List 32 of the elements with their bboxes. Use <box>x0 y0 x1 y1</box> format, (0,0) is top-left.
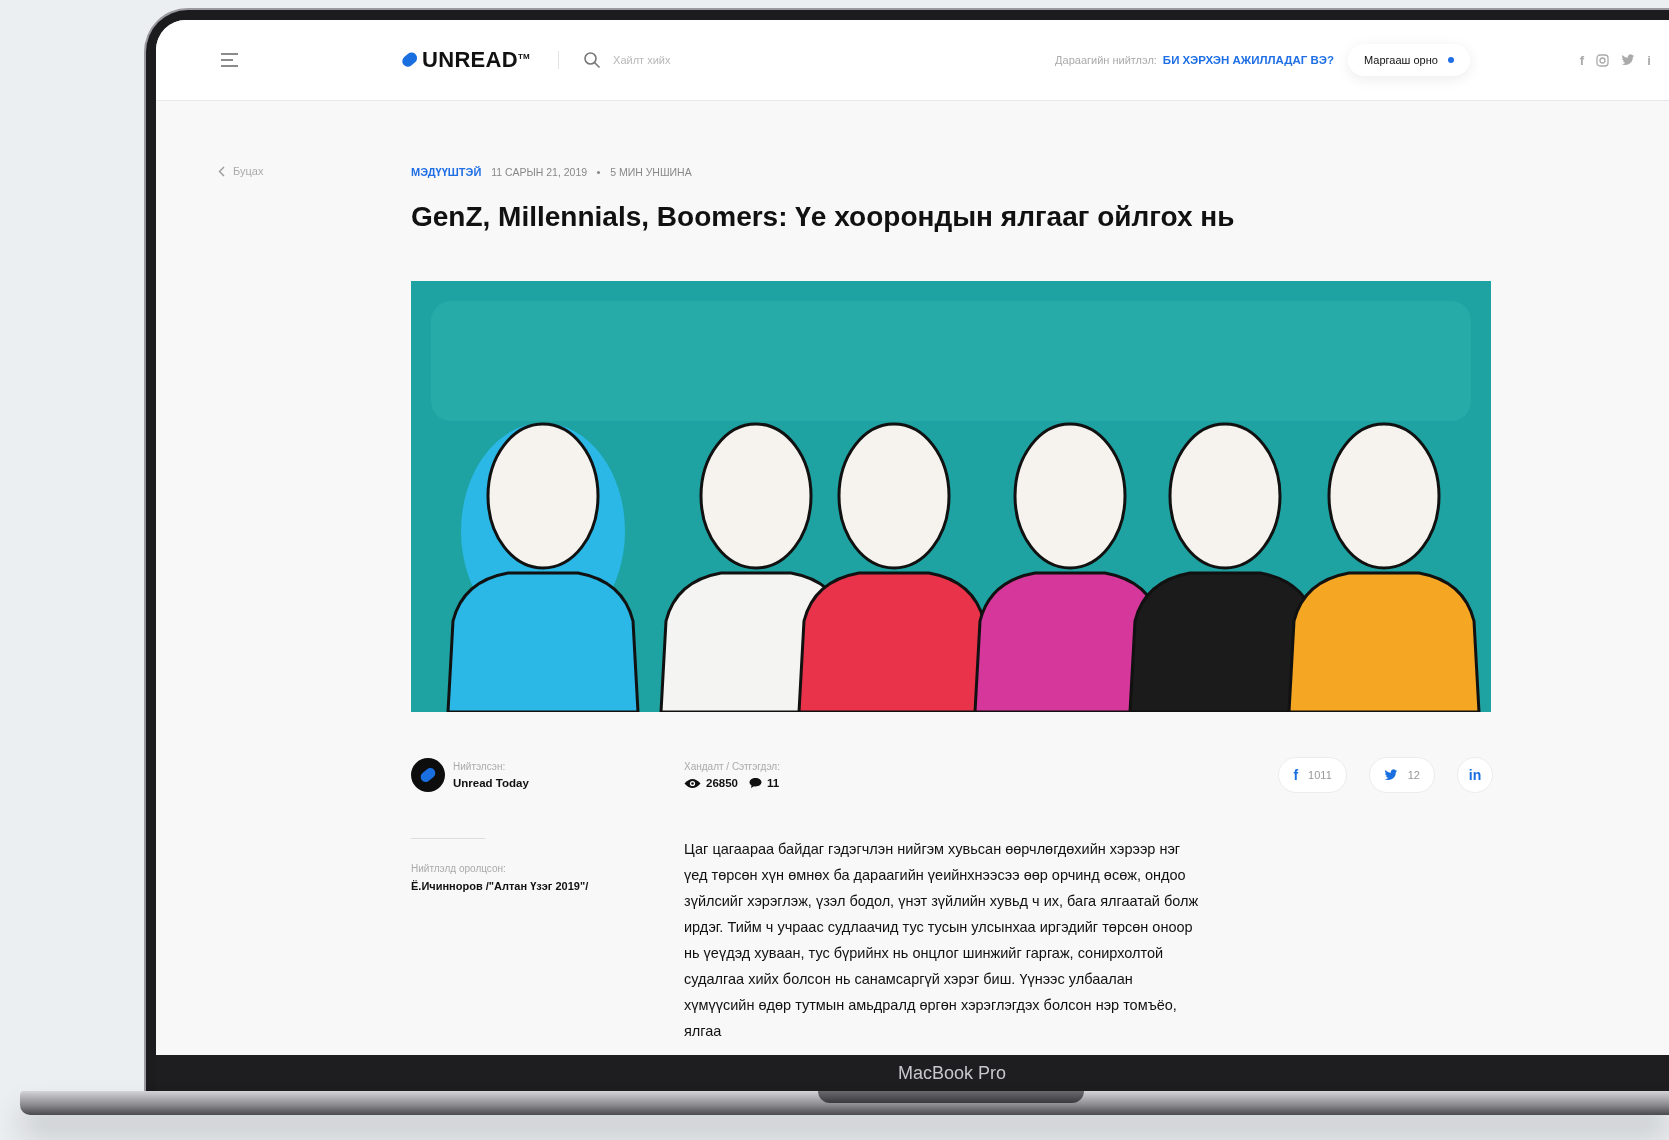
eye-icon <box>684 777 701 789</box>
author-name[interactable]: Unread Today <box>453 777 529 789</box>
view-count: 26850 <box>706 777 738 789</box>
twitter-icon <box>1383 769 1398 781</box>
author-label: Нийтэлсэн: <box>453 761 507 772</box>
social-link[interactable]: i <box>1647 52 1651 68</box>
chevron-icon <box>218 165 225 177</box>
contributors-label: Нийтлэлд оролцсон: <box>411 863 507 874</box>
read-time: 5 МИН УНШИНА <box>610 166 692 178</box>
instagram-icon[interactable] <box>1596 53 1610 67</box>
category-link[interactable]: МЭДҮҮШТЭЙ <box>411 166 482 178</box>
article-paragraph: Цаг цагаараа байдаг гэдэгчлэн нийгэм хувьсан өөрчлөгдөхийн хэрээр нэг үед төрсөн хүн өмнөх ба дараагийн үеийнхнээсээ өөр орчинд өсөж, ондоо зүйлсийг хэрэглэж, үзэл бодол, үнэт зүйлийн хувьд ч их, бага ялгаатай болж ирдэг. Тийм ч учраас судлаачид тус тусын улсынхаа иргэдийг төрсөн оноор нь үеүдэд хуваан, тус бүрийнх нь онцлог шинжийг гаргаж, сонирхолтой судалгаа хийх болсон нь санамсаргүй хэрэг биш. Үүнээс улбаалан хүмүүсийн өдөр тутмын амьдралд өргөн хэрэглэгдэх болсон нэр томъёо, ялгаа <box>684 840 1200 1041</box>
separator-dot <box>597 170 601 174</box>
avatar-icon <box>411 758 445 792</box>
search-icon[interactable] <box>583 51 602 69</box>
next-article-link[interactable]: БИ ХЭРХЭН АЖИЛЛАДАГ ВЭ? <box>1162 54 1334 66</box>
tomorrow-button[interactable]: Маргааш орно <box>1348 44 1470 76</box>
twitter-share-button[interactable]: 12 <box>1368 757 1435 793</box>
article-title: GenZ, Millennials, Boomers: Үе хоорондын ялгааг ойлгох нь <box>411 200 1236 234</box>
next-article-label: Дараагийн нийтлэл: <box>1055 54 1157 66</box>
menu-icon[interactable] <box>220 52 240 68</box>
stats-label: Хандалт / Сэтгэгдэл: <box>684 761 780 772</box>
twitter-icon[interactable] <box>1621 54 1636 66</box>
publish-date: 11 САРЫН 21, 2019 <box>491 166 588 178</box>
comment-icon <box>749 777 762 789</box>
facebook-share-button[interactable]: f 1011 <box>1278 757 1347 793</box>
contributor-name: Ё.Ичинноров /"Алтан Үзэг 2019"/ <box>411 880 590 892</box>
logo[interactable]: UNREAD$^{TM}$ <box>422 47 531 73</box>
comment-count: 11 <box>767 777 780 789</box>
search-field[interactable]: Хайлт хийх <box>611 53 736 67</box>
linkedin-share-button[interactable]: in <box>1457 757 1493 793</box>
device-label: MacBook Pro <box>898 1062 1007 1084</box>
